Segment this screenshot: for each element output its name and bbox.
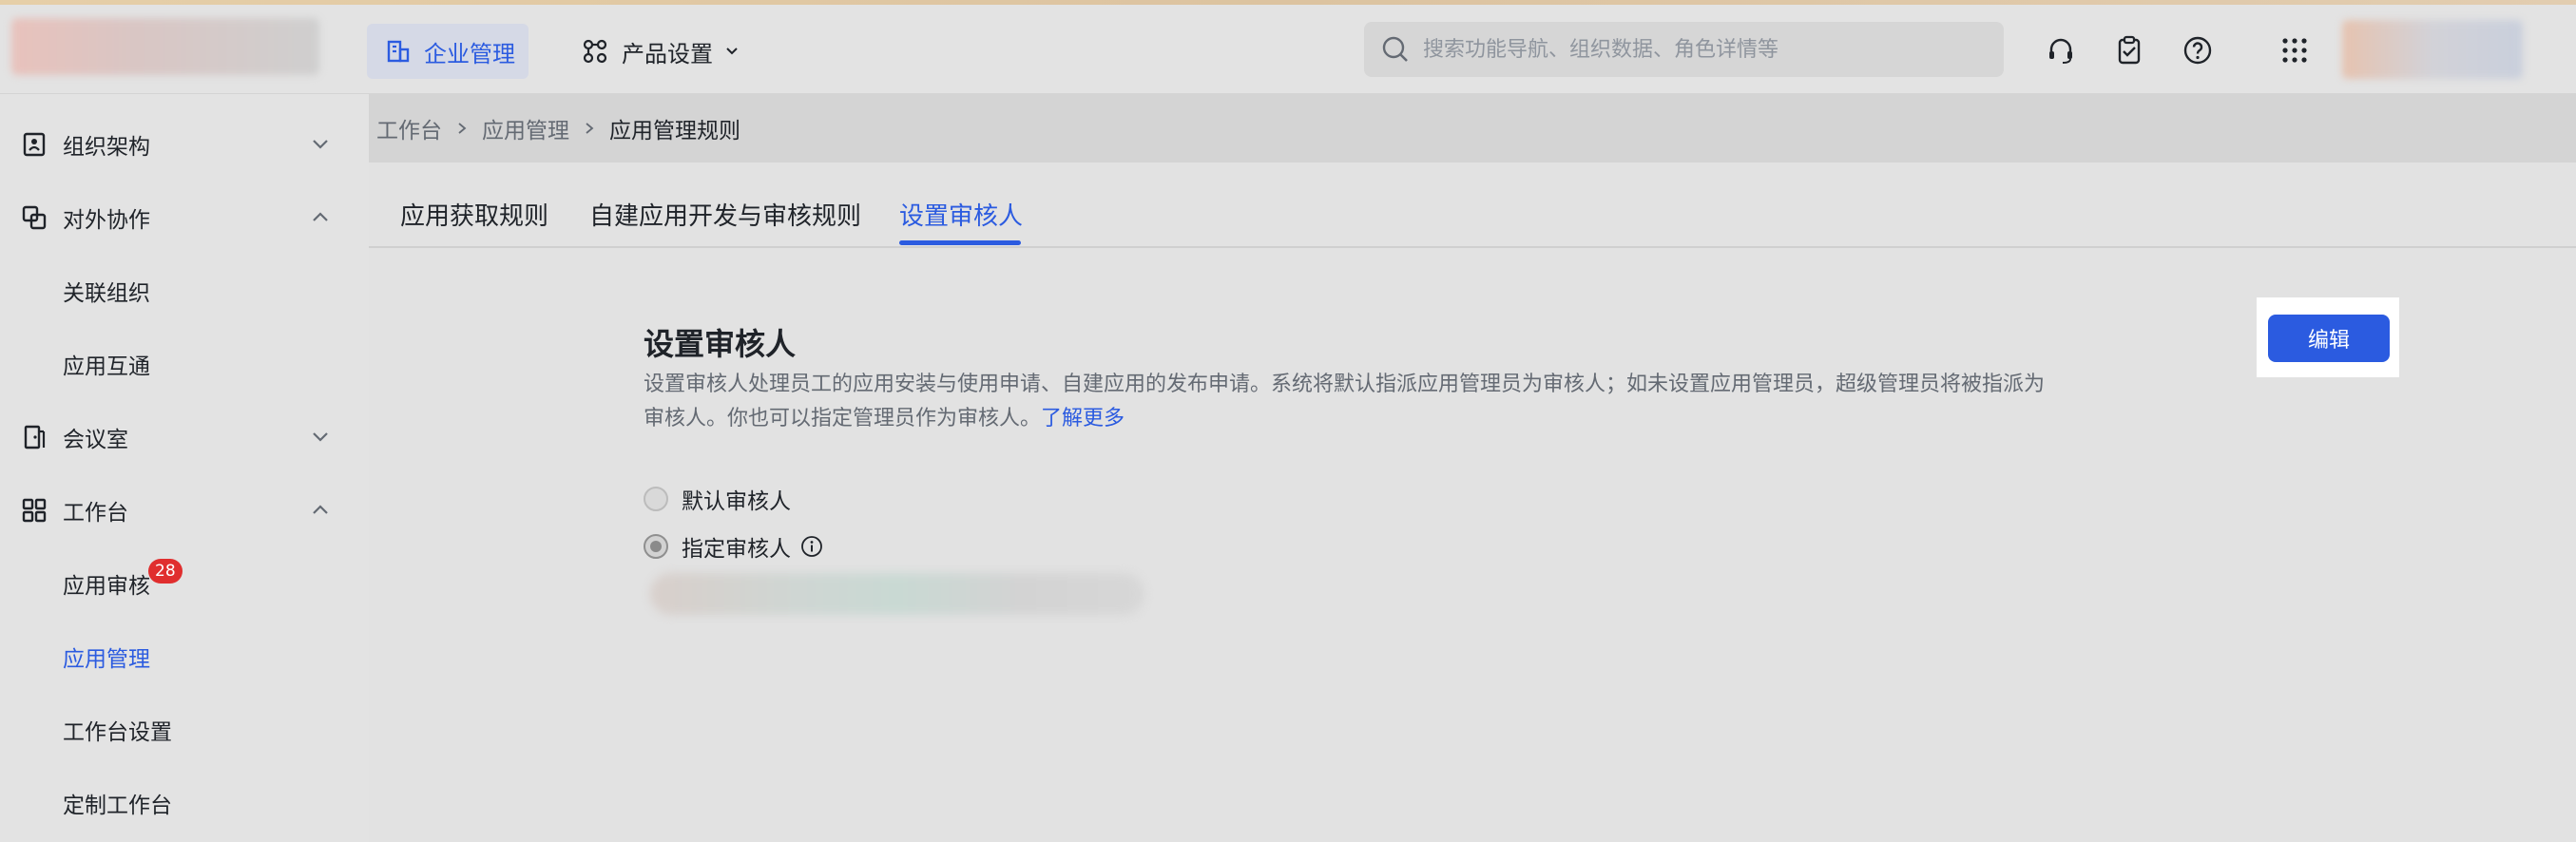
- option-default-reviewer[interactable]: 默认审核人: [644, 485, 791, 514]
- description-text: 设置审核人处理员工的应用安装与使用申请、自建应用的发布申请。系统将默认指派应用管…: [644, 373, 2046, 396]
- chevron-up-icon: [313, 212, 328, 221]
- info-icon[interactable]: [800, 535, 823, 558]
- edit-button-highlight: 编辑: [2257, 297, 2399, 377]
- sidebar-item-meeting-room[interactable]: 会议室: [0, 409, 369, 466]
- chevron-down-icon: [313, 432, 328, 442]
- sidebar-item-label: 关联组织: [63, 281, 150, 306]
- sidebar-item-label: 工作台设置: [63, 720, 172, 745]
- org-logo[interactable]: [11, 18, 319, 75]
- sidebar-item-label: 工作台: [63, 501, 128, 526]
- grid-menu-icon: [2282, 38, 2307, 63]
- sidebar-item-external-collab[interactable]: 对外协作: [0, 189, 369, 246]
- top-bar: 企业管理 产品设置: [0, 5, 2576, 94]
- chevron-up-icon: [313, 505, 328, 514]
- search-icon: [1382, 36, 1408, 62]
- app-launcher-button[interactable]: [2278, 33, 2312, 67]
- tab-acquisition-rules[interactable]: 应用获取规则: [400, 197, 548, 232]
- radio-button-checked[interactable]: [644, 534, 668, 559]
- breadcrumb-current: 应用管理规则: [609, 119, 740, 144]
- option-label: 指定审核人: [682, 537, 791, 562]
- clipboard-icon: [2118, 35, 2141, 65]
- sidebar-item-app-interop[interactable]: 应用互通: [0, 335, 369, 392]
- grid-icon: [22, 498, 47, 523]
- nav-tab-enterprise[interactable]: 企业管理: [367, 24, 529, 79]
- description-text: 审核人。你也可以指定管理员作为审核人。: [644, 407, 1042, 431]
- radio-button[interactable]: [644, 487, 668, 511]
- active-tab-indicator: [899, 240, 1021, 245]
- tab-bar: 应用获取规则 自建应用开发与审核规则 设置审核人: [369, 163, 2576, 248]
- sidebar-item-label: 会议室: [63, 428, 128, 452]
- edit-button[interactable]: 编辑: [2268, 315, 2390, 362]
- sidebar-item-workbench-settings[interactable]: 工作台设置: [0, 701, 369, 758]
- building-icon: [387, 40, 410, 63]
- help-button[interactable]: [2181, 33, 2215, 67]
- search-box[interactable]: [1364, 22, 2004, 77]
- sidebar-item-label: 组织架构: [63, 135, 150, 160]
- section-description: 设置审核人处理员工的应用安装与使用申请、自建应用的发布申请。系统将默认指派应用管…: [644, 368, 2088, 436]
- sidebar-item-app-review[interactable]: 应用审核 28: [0, 555, 369, 612]
- reviewer-list: [650, 573, 1144, 615]
- section-title: 设置审核人: [644, 326, 797, 362]
- sidebar-item-label: 定制工作台: [63, 794, 172, 818]
- chevron-right-icon: [586, 123, 594, 134]
- learn-more-link[interactable]: 了解更多: [1041, 407, 1125, 431]
- sidebar-item-label: 应用互通: [63, 354, 150, 379]
- door-icon: [24, 425, 46, 450]
- sidebar-item-workbench[interactable]: 工作台: [0, 482, 369, 539]
- contact-card-icon: [23, 132, 46, 157]
- help-icon: [2183, 36, 2212, 65]
- sidebar-item-linked-orgs[interactable]: 关联组织: [0, 262, 369, 319]
- chevron-right-icon: [458, 123, 467, 134]
- sidebar: 组织架构 对外协作 关联组织 应用互通 会议室 工作台 应用审核 28 应用管理…: [0, 94, 369, 842]
- sidebar-item-org-structure[interactable]: 组织架构: [0, 116, 369, 173]
- option-specified-reviewer[interactable]: 指定审核人: [644, 532, 823, 562]
- breadcrumb-item[interactable]: 应用管理: [482, 112, 569, 144]
- nav-tab-label: 企业管理: [424, 40, 515, 67]
- breadcrumb-item[interactable]: 工作台: [376, 112, 442, 144]
- notification-badge: 28: [148, 559, 183, 584]
- nav-tab-product-settings[interactable]: 产品设置: [582, 24, 740, 79]
- chevron-down-icon: [313, 140, 328, 149]
- main-content: 应用获取规则 自建应用开发与审核规则 设置审核人 设置审核人 设置审核人处理员工…: [369, 163, 2576, 842]
- todo-button[interactable]: [2112, 33, 2146, 67]
- tab-custom-app-rules[interactable]: 自建应用开发与审核规则: [589, 197, 861, 232]
- headset-icon: [2049, 38, 2072, 64]
- user-avatar[interactable]: [2342, 20, 2523, 79]
- collaboration-icon: [22, 205, 47, 230]
- sidebar-item-label: 应用管理: [63, 647, 150, 672]
- sidebar-item-label: 对外协作: [63, 208, 150, 233]
- sidebar-item-label: 应用审核: [63, 574, 150, 599]
- page: 企业管理 产品设置 搜索功能导航、组织数据、角色详情等 组织架构 对外协作 关联…: [0, 0, 2576, 842]
- option-label: 默认审核人: [682, 489, 791, 514]
- chevron-down-icon: [726, 48, 738, 55]
- sidebar-item-app-management[interactable]: 应用管理: [0, 628, 369, 685]
- apps-icon: [583, 39, 607, 64]
- search-input[interactable]: [1421, 36, 1991, 63]
- customer-service-button[interactable]: [2044, 33, 2078, 67]
- nav-tab-label: 产品设置: [622, 40, 713, 67]
- sidebar-item-custom-workbench[interactable]: 定制工作台: [0, 775, 369, 832]
- tab-set-reviewer[interactable]: 设置审核人: [899, 197, 1023, 232]
- breadcrumb: 工作台 应用管理 应用管理规则: [369, 94, 2576, 163]
